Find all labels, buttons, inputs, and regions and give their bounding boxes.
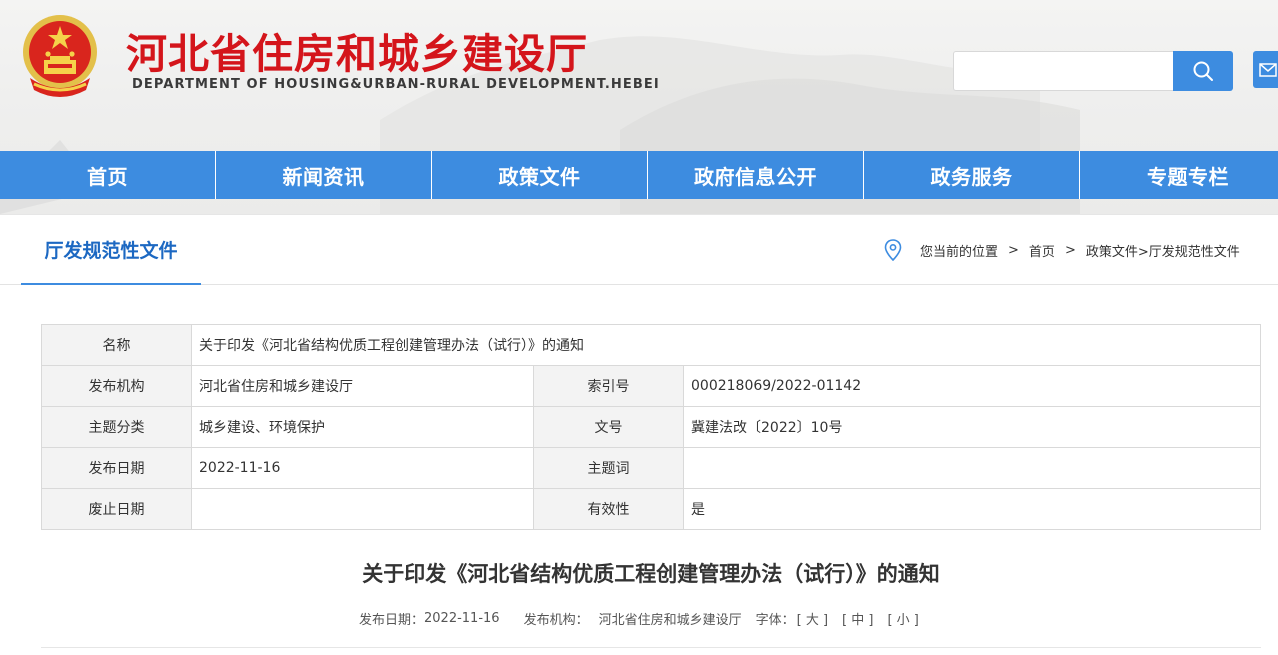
index-value: 000218069/2022-01142 [683, 365, 1261, 407]
table-row: 发布日期 2022-11-16 主题词 [41, 447, 1261, 489]
section-title: 厅发规范性文件 [21, 215, 201, 285]
search-button[interactable] [1173, 51, 1233, 91]
table-row: 主题分类 城乡建设、环境保护 文号 冀建法改〔2022〕10号 [41, 406, 1261, 448]
site-subtitle: DEPARTMENT OF HOUSING&URBAN-RURAL DEVELO… [132, 77, 660, 92]
breadcrumb-prefix: 您当前的位置 [920, 244, 999, 260]
table-row: 名称 关于印发《河北省结构优质工程创建管理办法（试行）》的通知 [41, 324, 1261, 366]
date-value: 2022-11-16 [191, 447, 534, 489]
font-size-label: 字体： [755, 612, 795, 628]
national-emblem-icon [23, 15, 97, 97]
content-divider [41, 647, 1261, 648]
table-row: 废止日期 有效性 是 [41, 488, 1261, 530]
category-label: 主题分类 [41, 406, 192, 448]
docno-label: 文号 [533, 406, 684, 448]
breadcrumb-home-link[interactable]: 首页 [1029, 241, 1055, 260]
name-value: 关于印发《河北省结构优质工程创建管理办法（试行）》的通知 [191, 324, 1261, 366]
keywords-value [683, 447, 1261, 489]
category-value: 城乡建设、环境保护 [191, 406, 534, 448]
meta-publisher-label: 发布机构： [523, 612, 589, 628]
breadcrumb: 您当前的位置 > 首页 > 政策文件>厅发规范性文件 [884, 239, 1240, 261]
meta-date-value: 2022-11-16 [424, 610, 500, 626]
search-input[interactable] [953, 51, 1174, 91]
side-tab-button[interactable] [1253, 51, 1278, 88]
meta-publisher-value: 河北省住房和城乡建设厅 [598, 612, 742, 628]
publisher-value: 河北省住房和城乡建设厅 [191, 365, 534, 407]
main-nav: 首页 新闻资讯 政策文件 政府信息公开 政务服务 专题专栏 [0, 151, 1278, 199]
keywords-label: 主题词 [533, 447, 684, 489]
validity-label: 有效性 [533, 488, 684, 530]
font-large-button[interactable]: [ 大 ] [797, 609, 828, 628]
expire-value [191, 488, 534, 530]
site-title: 河北省住房和城乡建设厅 [126, 30, 588, 78]
index-label: 索引号 [533, 365, 684, 407]
publisher-label: 发布机构 [41, 365, 192, 407]
article-title: 关于印发《河北省结构优质工程创建管理办法（试行）》的通知 [362, 562, 940, 586]
document-info-table: 名称 关于印发《河北省结构优质工程创建管理办法（试行）》的通知 发布机构 河北省… [41, 324, 1261, 530]
breadcrumb-separator: > [1008, 242, 1019, 258]
font-medium-button[interactable]: [ 中 ] [842, 609, 873, 628]
table-row: 发布机构 河北省住房和城乡建设厅 索引号 000218069/2022-0114… [41, 365, 1261, 407]
expire-label: 废止日期 [41, 488, 192, 530]
meta-date-label: 发布日期： [359, 612, 425, 628]
nav-item-services[interactable]: 政务服务 [864, 151, 1080, 199]
search-icon [1193, 61, 1213, 81]
side-tab-icon [1259, 62, 1277, 77]
validity-value: 是 [683, 488, 1261, 530]
section-header: 厅发规范性文件 您当前的位置 > 首页 > 政策文件>厅发规范性文件 [0, 214, 1278, 285]
location-pin-icon [884, 239, 902, 261]
font-small-button[interactable]: [ 小 ] [887, 609, 918, 628]
nav-item-gov-info[interactable]: 政府信息公开 [648, 151, 864, 199]
nav-item-policy[interactable]: 政策文件 [432, 151, 648, 199]
breadcrumb-path-link[interactable]: 政策文件>厅发规范性文件 [1086, 241, 1240, 260]
nav-item-news[interactable]: 新闻资讯 [216, 151, 432, 199]
breadcrumb-separator: > [1064, 242, 1076, 258]
docno-value: 冀建法改〔2022〕10号 [683, 406, 1261, 448]
nav-item-topics[interactable]: 专题专栏 [1080, 151, 1278, 199]
name-label: 名称 [41, 324, 192, 366]
article-meta: 发布日期： 2022-11-16 发布机构： 河北省住房和城乡建设厅 字体： [… [359, 609, 919, 628]
date-label: 发布日期 [41, 447, 192, 489]
nav-item-home[interactable]: 首页 [0, 151, 216, 199]
